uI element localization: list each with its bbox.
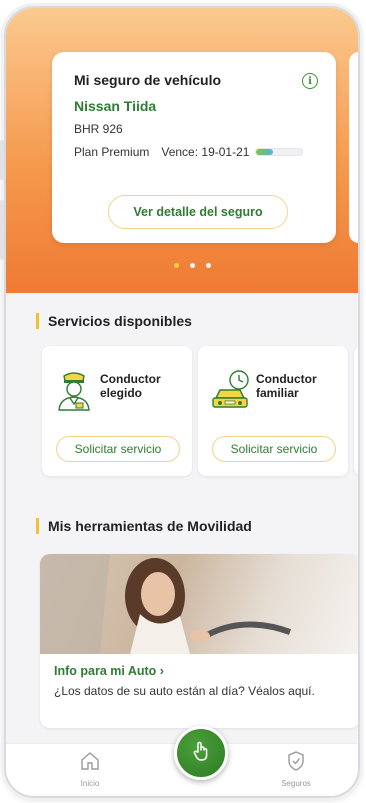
car-name: Nissan Tiida [74, 98, 157, 114]
home-icon [79, 752, 101, 776]
driver-photo [40, 554, 358, 654]
plan-row: Plan Premium Vence: 19-01-21 [74, 145, 314, 159]
hand-tap-icon [189, 739, 213, 768]
chauffeur-icon [54, 368, 94, 417]
nav-home-label: Inicio [80, 779, 100, 788]
service-card-family-driver[interactable]: Conductor familiar Solicitar servicio [198, 346, 348, 476]
nav-insurance[interactable]: Seguros [266, 750, 326, 788]
nav-home[interactable]: Inicio [60, 750, 120, 788]
vehicle-insurance-card[interactable]: Mi seguro de vehículo i Nissan Tiida BHR… [52, 52, 336, 243]
validity-progress-bar [255, 148, 304, 156]
shield-check-icon [285, 751, 307, 776]
service-label: Conductor familiar [256, 372, 317, 400]
side-button [0, 200, 4, 260]
request-service-button[interactable]: Solicitar servicio [212, 436, 336, 462]
license-plate: BHR 926 [74, 122, 123, 136]
request-service-button[interactable]: Solicitar servicio [56, 436, 180, 462]
card-title: Mi seguro de vehículo [74, 72, 222, 88]
tools-section-title: Mis herramientas de Movilidad [36, 518, 252, 534]
expiry-date: Vence: 19-01-21 [161, 145, 250, 159]
service-label-line2: familiar [256, 386, 299, 400]
info-icon[interactable]: i [302, 73, 318, 89]
car-info-link[interactable]: Info para mi Auto › [54, 664, 164, 678]
car-info-card[interactable]: Info para mi Auto › ¿Los datos de su aut… [40, 554, 358, 728]
carousel-dots [174, 263, 211, 268]
next-card-peek[interactable] [349, 52, 358, 243]
assistance-button[interactable] [174, 726, 228, 780]
service-card-designated-driver[interactable]: Conductor elegido Solicitar servicio [42, 346, 192, 476]
service-label: Conductor elegido [100, 372, 161, 400]
validity-progress-fill [256, 149, 273, 155]
plan-name: Plan Premium [74, 145, 150, 159]
service-label-line2: elegido [100, 386, 143, 400]
family-car-icon [210, 368, 254, 417]
carousel-dot[interactable] [190, 263, 195, 268]
carousel-dot[interactable] [206, 263, 211, 268]
service-card-peek[interactable] [354, 346, 358, 476]
service-label-line1: Conductor [100, 372, 161, 386]
car-info-description: ¿Los datos de su auto están al día? Véal… [54, 684, 315, 698]
view-insurance-detail-button[interactable]: Ver detalle del seguro [108, 195, 288, 229]
side-button [0, 140, 4, 180]
services-section-title: Servicios disponibles [36, 313, 192, 329]
phone-frame: Mi seguro de vehículo i Nissan Tiida BHR… [4, 6, 360, 798]
service-label-line1: Conductor [256, 372, 317, 386]
carousel-dot[interactable] [174, 263, 179, 268]
nav-insurance-label: Seguros [281, 779, 311, 788]
